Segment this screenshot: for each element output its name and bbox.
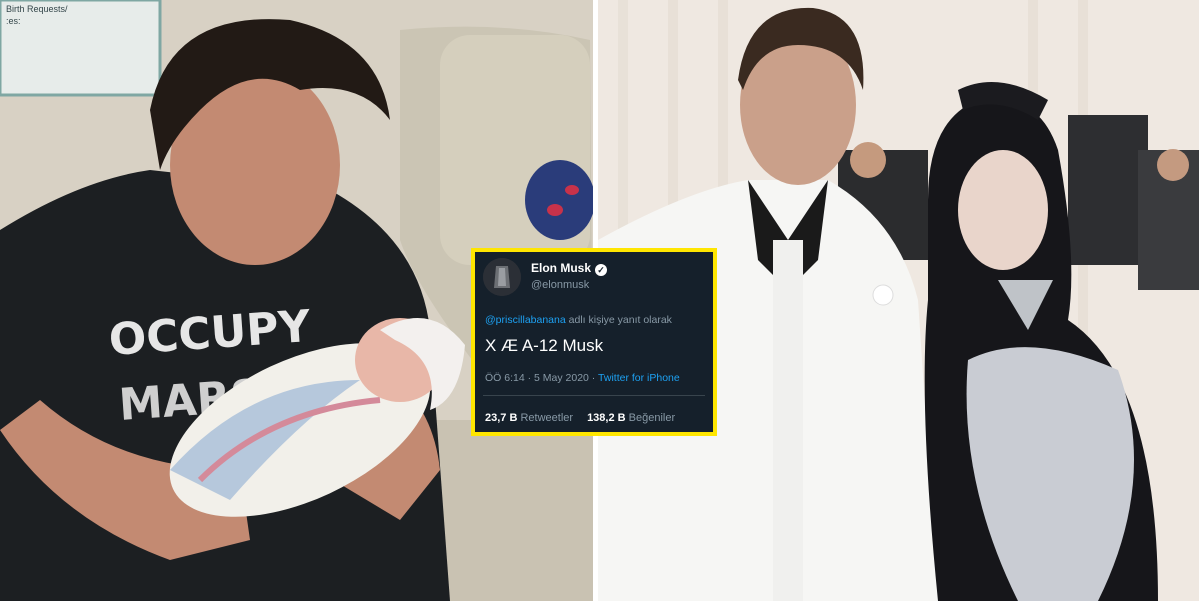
reply-suffix: adlı kişiye yanıt olarak — [565, 314, 672, 326]
wall-sign — [0, 0, 162, 97]
reply-mention-link[interactable]: @priscillabanana — [485, 314, 566, 326]
tweet-text: X Æ A-12 Musk — [485, 336, 604, 355]
svg-text::es:: :es: — [6, 16, 21, 26]
likes-label: Beğeniler — [625, 412, 676, 424]
blanket-pattern — [525, 160, 593, 240]
retweets-label: Retweetler — [517, 412, 574, 424]
wall-sign-text: Birth Requests/ — [6, 4, 68, 14]
photographer-right — [1068, 115, 1148, 265]
author-avatar[interactable] — [483, 258, 521, 296]
likes-stat[interactable]: 138,2 B Beğeniler — [587, 412, 675, 424]
tweet-meta: ÖÖ 6:14 · 5 May 2020 · Twitter for iPhon… — [485, 372, 680, 384]
tweet-timestamp[interactable]: ÖÖ 6:14 · 5 May 2020 · — [485, 372, 598, 384]
author-name-text[interactable]: Elon Musk — [531, 261, 591, 275]
tweet-stats: 23,7 B Retweetler 138,2 B Beğeniler — [485, 412, 675, 424]
avatar-icon — [483, 258, 521, 296]
author-name[interactable]: Elon Musk ✓ — [531, 261, 608, 276]
verified-badge-icon: ✓ — [595, 264, 608, 276]
tweet-source-link[interactable]: Twitter for iPhone — [598, 372, 680, 384]
author-handle[interactable]: @elonmusk — [531, 279, 589, 291]
tweet-card: Elon Musk ✓ @elonmusk @priscillabanana ad… — [471, 248, 717, 436]
reply-context: @priscillabanana adlı kişiye yanıt olara… — [485, 314, 672, 326]
woman-face — [958, 150, 1048, 270]
likes-count: 138,2 B — [587, 412, 626, 424]
retweets-stat[interactable]: 23,7 B Retweetler — [485, 412, 573, 424]
retweets-count: 23,7 B — [485, 412, 518, 424]
divider — [483, 395, 705, 396]
